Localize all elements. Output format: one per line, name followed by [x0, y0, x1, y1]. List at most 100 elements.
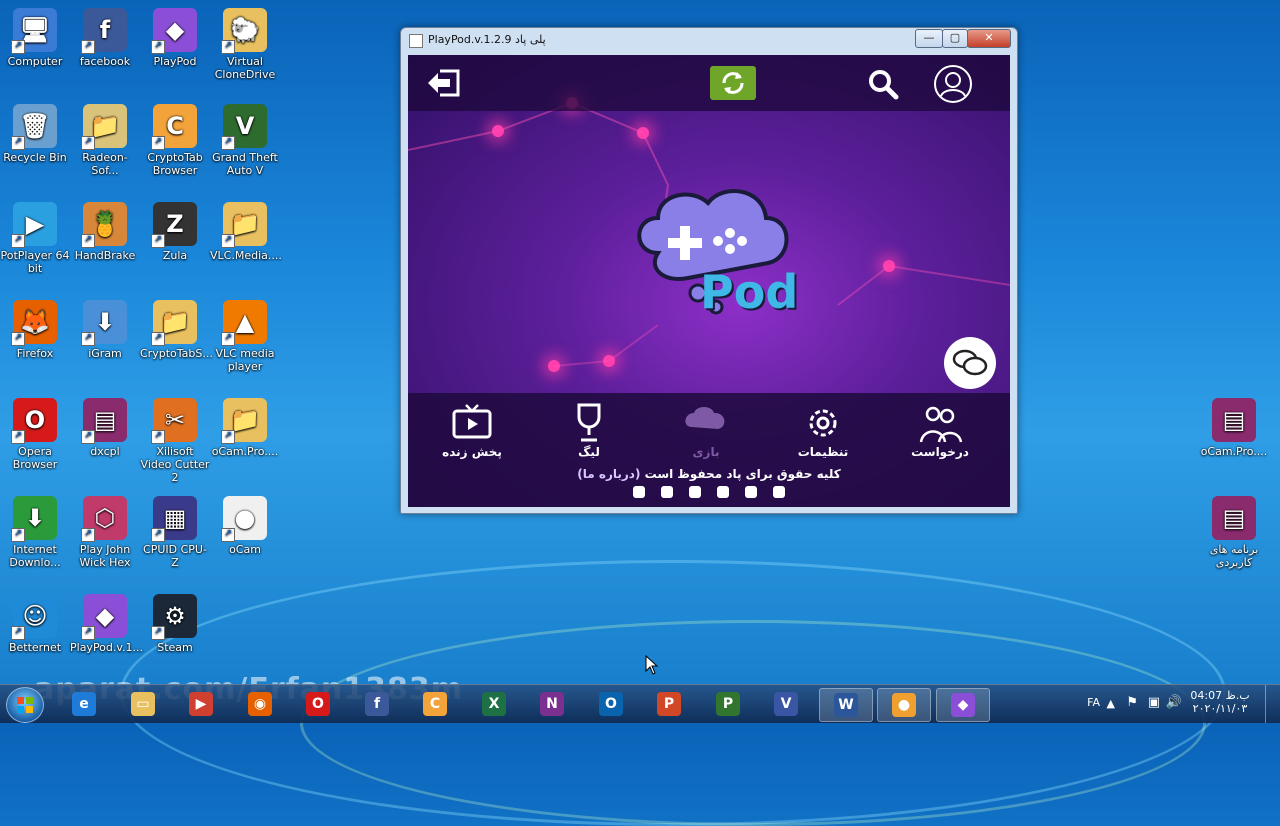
desktop-icon[interactable]: 🦊 ↗ Firefox: [0, 300, 70, 360]
maximize-button[interactable]: ▢: [942, 29, 968, 48]
desktop-icon[interactable]: 🍍 ↗ HandBrake: [70, 202, 140, 262]
language-indicator[interactable]: FA: [1087, 696, 1100, 709]
refresh-button[interactable]: [710, 66, 756, 100]
youtube-icon[interactable]: [773, 486, 786, 498]
people-icon: [895, 401, 985, 445]
desktop-icon[interactable]: V ↗ Grand Theft Auto V: [210, 104, 280, 177]
desktop-icon[interactable]: ◆ ↗ PlayPod: [140, 8, 210, 68]
refresh-icon: [722, 72, 744, 94]
desktop-icon[interactable]: f ↗ facebook: [70, 8, 140, 68]
taskbar-app-ocam[interactable]: ●: [877, 688, 931, 722]
desktop-icon[interactable]: ▦ ↗ CPUID CPU-Z: [140, 496, 210, 569]
taskbar-app-onenote[interactable]: N: [526, 688, 578, 720]
desktop-icon-label: CryptoTab Browser: [147, 151, 203, 177]
nav-item-label: درخواست: [911, 445, 969, 459]
profile-button[interactable]: [932, 63, 974, 105]
action-center-icon[interactable]: ⚑: [1126, 695, 1138, 710]
explorer-icon: ▭: [131, 692, 155, 716]
close-button[interactable]: ✕: [967, 29, 1011, 48]
nav-item-label: بازی: [692, 445, 720, 459]
desktop-icon-label: CPUID CPU-Z: [143, 543, 207, 569]
desktop-icon[interactable]: Z ↗ Zula: [140, 202, 210, 262]
about-link[interactable]: (درباره ما): [577, 467, 640, 481]
desktop-icon-label: Steam: [157, 641, 193, 654]
desktop-icon[interactable]: 📁 ↗ Radeon-Sof...: [70, 104, 140, 177]
show-hidden-icon[interactable]: ▲: [1107, 697, 1115, 710]
desktop-icon[interactable]: 📁 ↗ oCam.Pro....: [210, 398, 280, 458]
nav-item[interactable]: پخش زنده: [427, 401, 517, 459]
desktop-icon[interactable]: 🐑 ↗ Virtual CloneDrive: [210, 8, 280, 81]
desktop-icon[interactable]: ▤ ↗ dxcpl: [70, 398, 140, 458]
desktop-icon[interactable]: ▲ ↗ VLC media player: [210, 300, 280, 373]
taskbar-app-excel[interactable]: X: [468, 688, 520, 720]
nav-item[interactable]: لیگ: [544, 401, 634, 459]
taskbar-app-firefox[interactable]: ◉: [234, 688, 286, 720]
chat-button[interactable]: [944, 337, 996, 389]
desktop-icon[interactable]: ▶ ↗ PotPlayer 64 bit: [0, 202, 70, 275]
desktop-icon[interactable]: ● ↗ oCam: [210, 496, 280, 556]
taskbar-app-ie[interactable]: e: [58, 688, 110, 720]
show-desktop-button[interactable]: [1265, 685, 1280, 723]
desktop-icon[interactable]: ⬇ ↗ Internet Downlo...: [0, 496, 70, 569]
twitter-icon[interactable]: [688, 486, 701, 498]
network-icon[interactable]: ▣: [1148, 695, 1160, 710]
taskbar-app-word[interactable]: W: [819, 688, 873, 722]
nav-item[interactable]: بازی: [661, 401, 751, 459]
desktop-icon[interactable]: ⚙ ↗ Steam: [140, 594, 210, 654]
title-bar[interactable]: PlayPod.v.1.2.9 پلی پاد — ▢ ✕: [401, 28, 1017, 52]
taskbar-app-opera[interactable]: O: [292, 688, 344, 720]
taskbar-app-project[interactable]: P: [702, 688, 754, 720]
desktop-icon[interactable]: ▤ oCam.Pro....: [1199, 398, 1269, 458]
desktop-icon-label: iGram: [88, 347, 122, 360]
taskbar-app-cryptotab[interactable]: C: [409, 688, 461, 720]
desktop-icon-label: facebook: [79, 55, 131, 68]
clock[interactable]: 04:07 ب.ظ ۲۰۲۰/۱۱/۰۳: [1190, 689, 1250, 715]
minimize-button[interactable]: —: [915, 29, 943, 48]
desktop-icon[interactable]: 🗑 ↗ Recycle Bin: [0, 104, 70, 164]
desktop-icon[interactable]: C ↗ CryptoTab Browser: [140, 104, 210, 177]
desktop-icon-label: PotPlayer 64 bit: [0, 249, 70, 275]
desktop-icon-label: HandBrake: [74, 249, 136, 262]
desktop-icon-label: Radeon-Sof...: [82, 151, 128, 177]
app-icon: ● ↗: [221, 496, 267, 542]
taskbar-app-media[interactable]: ▶: [175, 688, 227, 720]
taskbar-app-facebook[interactable]: f: [351, 688, 403, 720]
taskbar-app-powerpoint[interactable]: P: [643, 688, 695, 720]
desktop-icon-label: Firefox: [16, 347, 54, 360]
taskbar-app-playpod[interactable]: ◆: [936, 688, 990, 722]
desktop-icon[interactable]: O ↗ Opera Browser: [0, 398, 70, 471]
desktop-icon[interactable]: 🖥 ↗ Computer: [0, 8, 70, 68]
nav-item[interactable]: درخواست: [895, 401, 985, 459]
social-links: [408, 486, 1010, 501]
nav-item[interactable]: تنظیمات: [778, 401, 868, 459]
volume-icon[interactable]: 🔊: [1166, 695, 1182, 710]
telegram-icon[interactable]: [632, 486, 645, 498]
desktop-icon[interactable]: ☺ ↗ Betternet: [0, 594, 70, 654]
clock-date: ۲۰۲۰/۱۱/۰۳: [1192, 702, 1248, 715]
desktop-icon[interactable]: 📁 ↗ CryptoTabS...: [140, 300, 213, 360]
desktop-icon-label: Xilisoft Video Cutter 2: [140, 445, 210, 484]
app-top-bar: [408, 55, 1010, 111]
taskbar-app-visio[interactable]: V: [760, 688, 812, 720]
desktop-icon[interactable]: ⬇ ↗ iGram: [70, 300, 140, 360]
linkedin-icon[interactable]: [745, 486, 758, 498]
start-button[interactable]: [6, 687, 44, 723]
desktop-icon[interactable]: 📁 ↗ VLC.Media....: [210, 202, 282, 262]
taskbar-app-explorer[interactable]: ▭: [117, 688, 169, 720]
search-button[interactable]: [866, 67, 900, 101]
desktop-icon[interactable]: ⬡ ↗ Play John Wick Hex: [70, 496, 140, 569]
desktop-icon-label: Grand Theft Auto V: [212, 151, 278, 177]
app-icon: ⬇ ↗: [11, 496, 57, 542]
desktop-icon[interactable]: ◆ ↗ PlayPod.v.1...: [70, 594, 143, 654]
playpod-window[interactable]: PlayPod.v.1.2.9 پلی پاد — ▢ ✕ Pod پخش زن…: [400, 27, 1018, 514]
desktop-icon-label: برنامه های کاربردی: [1209, 543, 1259, 569]
desktop-icon-label: Virtual CloneDrive: [214, 55, 276, 81]
desktop-icon-label: CryptoTabS...: [140, 347, 213, 360]
aparat-icon[interactable]: [717, 486, 730, 498]
desktop-icon[interactable]: ▤ برنامه های کاربردی: [1199, 496, 1269, 569]
desktop-icon[interactable]: ✂ ↗ Xilisoft Video Cutter 2: [140, 398, 210, 484]
pod-icon: [661, 401, 751, 445]
instagram-icon[interactable]: [660, 486, 673, 498]
taskbar-app-outlook[interactable]: O: [585, 688, 637, 720]
back-button[interactable]: [426, 67, 462, 99]
